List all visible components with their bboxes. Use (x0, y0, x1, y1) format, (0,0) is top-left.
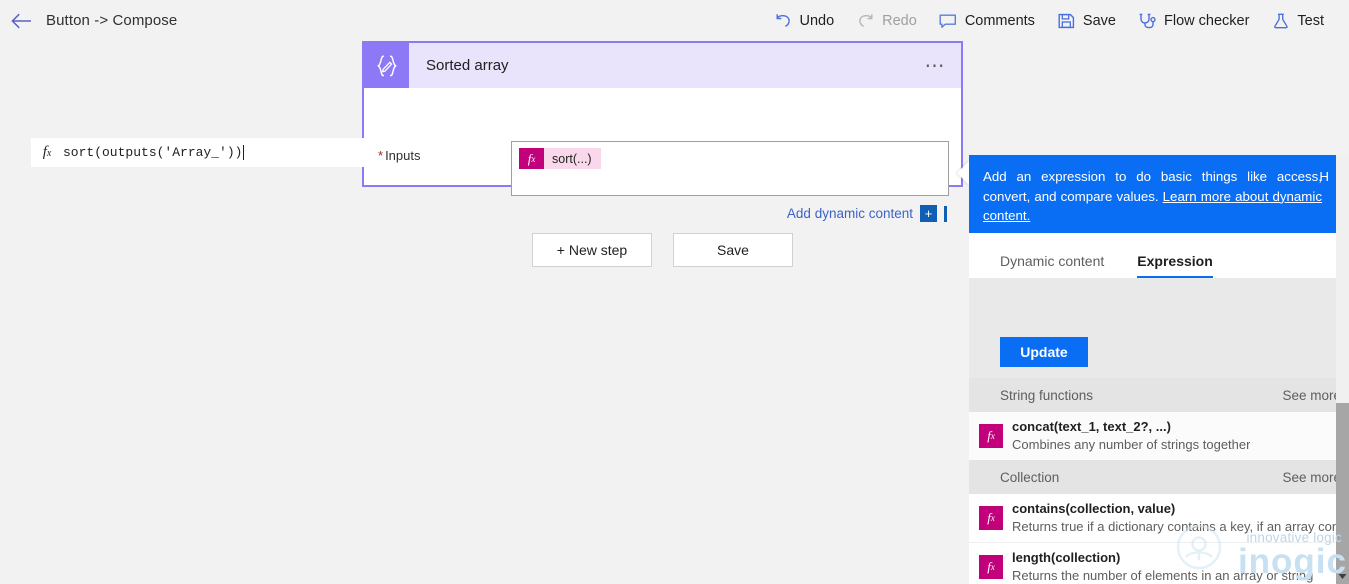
see-more-link[interactable]: See more (1282, 460, 1336, 494)
undo-button[interactable]: Undo (762, 0, 845, 41)
save-flow-button[interactable]: Save (673, 233, 793, 267)
fx-icon: fx (979, 506, 1003, 530)
panel-scrollbar-track[interactable] (1336, 155, 1349, 584)
compose-card-title: Sorted array (426, 57, 509, 74)
see-more-link[interactable]: See more (1282, 378, 1336, 412)
function-group-header: Collection See more (969, 460, 1336, 494)
inputs-field-label: * Inputs (378, 148, 420, 163)
undo-icon (773, 11, 792, 30)
compose-card-body: * Inputs fx sort(...) Add dynamic content… (364, 88, 961, 222)
back-arrow-icon (10, 13, 32, 29)
back-button[interactable] (0, 0, 42, 41)
expression-input-value: sort(outputs('Array_')) (63, 145, 243, 160)
update-button[interactable]: Update (1000, 337, 1088, 367)
save-disk-icon (1057, 11, 1076, 30)
flow-checker-button[interactable]: Flow checker (1127, 0, 1260, 41)
canvas-button-row: + New step Save (532, 233, 793, 267)
function-signature: length(collection) (1012, 549, 1121, 565)
function-description: Combines any number of strings together (1012, 437, 1251, 452)
redo-label: Redo (882, 12, 917, 29)
add-dynamic-content-label: Add dynamic content (786, 206, 913, 221)
stethoscope-icon (1138, 11, 1157, 30)
function-group-name: Collection (1000, 469, 1060, 485)
save-label: Save (1082, 12, 1116, 29)
test-button[interactable]: Test (1260, 0, 1335, 41)
function-signature: contains(collection, value) (1012, 501, 1176, 516)
panel-scrollbar-thumb[interactable] (1336, 403, 1349, 584)
compose-braces-pencil-icon (364, 43, 409, 88)
expression-input[interactable]: fx sort(outputs('Array_')) (31, 138, 367, 167)
fx-icon: fx (979, 424, 1003, 448)
inputs-label-text: Inputs (385, 148, 421, 163)
comment-icon (939, 11, 958, 30)
banner-edge-text: H (1319, 169, 1329, 184)
panel-info-banner: Add an expression to do basic things lik… (969, 155, 1336, 233)
expression-token-label: sort(...) (544, 148, 601, 169)
function-list: String functions See more fx concat(text… (969, 378, 1336, 584)
inputs-field[interactable]: fx sort(...) (511, 141, 949, 196)
compose-action-card[interactable]: Sorted array ⋯ * Inputs fx sort(...) Add … (362, 41, 963, 222)
redo-button: Redo (845, 0, 928, 41)
function-group-name: String functions (1000, 387, 1094, 403)
expression-panel: Add an expression to do basic things lik… (969, 155, 1336, 584)
fx-icon: fx (42, 144, 52, 160)
command-bar-actions: Undo Redo Comments Save Flow checker Tes… (762, 0, 1349, 41)
required-marker: * (378, 148, 384, 163)
function-group-header: String functions See more (969, 378, 1336, 412)
tab-expression[interactable]: Expression (1137, 253, 1214, 278)
flask-icon (1271, 11, 1290, 30)
add-dynamic-content-link[interactable]: Add dynamic content + (787, 205, 947, 222)
expression-token[interactable]: fx sort(...) (519, 148, 601, 169)
function-list-item[interactable]: fx concat(text_1, text_2?, ...) Combines… (969, 412, 1336, 460)
flow-checker-label: Flow checker (1163, 12, 1250, 29)
flow-designer-screen: Button -> Compose Undo Redo Comments Sav… (0, 0, 1349, 584)
text-caret (243, 145, 245, 160)
function-list-item[interactable]: fx contains(collection, value) Returns t… (969, 494, 1336, 542)
ellipsis-icon[interactable]: ⋯ (925, 43, 948, 88)
function-signature: concat(text_1, text_2?, ...) (1012, 419, 1171, 434)
fx-icon: fx (519, 148, 544, 169)
undo-label: Undo (799, 12, 835, 29)
page-title: Button -> Compose (46, 12, 178, 29)
save-button[interactable]: Save (1046, 0, 1127, 41)
new-step-button[interactable]: + New step (532, 233, 652, 267)
scroll-down-arrow-icon[interactable] (1336, 569, 1349, 584)
comments-button[interactable]: Comments (928, 0, 1046, 41)
redo-icon (856, 11, 875, 30)
panel-tabs: Dynamic content Expression (969, 233, 1336, 278)
fx-icon: fx (979, 554, 1003, 579)
comments-label: Comments (964, 12, 1035, 29)
text-caret (944, 205, 947, 222)
function-description: Returns the number of elements in an arr… (1012, 567, 1314, 583)
function-list-item[interactable]: fx length(collection) Returns the number… (969, 542, 1336, 584)
function-description: Returns true if a dictionary contains a … (1012, 519, 1336, 534)
tab-dynamic-content[interactable]: Dynamic content (1000, 253, 1104, 278)
compose-card-header[interactable]: Sorted array ⋯ (364, 43, 961, 88)
add-dynamic-content-plus-icon[interactable]: + (920, 205, 937, 222)
test-label: Test (1297, 12, 1324, 29)
command-bar: Button -> Compose Undo Redo Comments Sav… (0, 0, 1349, 41)
